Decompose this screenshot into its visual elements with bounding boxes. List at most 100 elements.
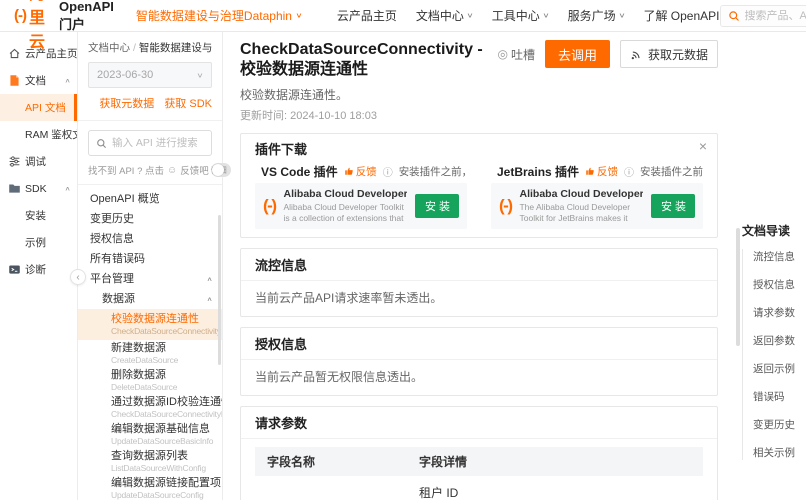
tree-item-auth-info[interactable]: 授权信息 <box>78 229 222 249</box>
install-button[interactable]: 安装 <box>651 194 695 218</box>
column-header-field-name: 字段名称 <box>267 455 316 469</box>
doc-sidebar-top: 文档中心/智能数据建设与治理... 2023-06-30 ∨ 获取元数据 获取 … <box>78 32 231 184</box>
toc-title: 文档导读 <box>742 224 791 238</box>
toc-item-response-params[interactable]: 返回参数 <box>753 333 806 348</box>
feedback-text: 找不到 API ? 点击 <box>88 166 165 177</box>
tree-item-overview[interactable]: OpenAPI 概览 <box>78 189 222 209</box>
tree-item-update-config[interactable]: 编辑数据源链接配置项 UpdateDataSourceConfig <box>78 475 222 500</box>
close-icon[interactable]: × <box>699 139 707 153</box>
breadcrumb: 文档中心/智能数据建设与治理... <box>88 40 212 55</box>
plugin-card: (-) Alibaba Cloud Developer Toolk... | A… <box>491 183 703 229</box>
tree-item-label: 编辑数据源基础信息 <box>111 423 210 435</box>
rail-item-diagnose[interactable]: 诊断 <box>0 256 77 283</box>
plugin-card-title: Alibaba Cloud Developer Toolk... <box>519 188 643 200</box>
section-auth-info: 授权信息 当前云产品暂无权限信息透出。 <box>240 327 718 396</box>
top-nav: 云产品主页 文档中心 ∨ 工具中心 ∨ 服务广场 ∨ 了解 OpenAPI <box>337 7 720 24</box>
thumbs-up-icon <box>344 167 353 175</box>
tree-item-check-connectivity-by-id[interactable]: 通过数据源ID校验连通性 CheckDataSourceConnectivity… <box>78 394 222 421</box>
global-search[interactable]: ⌘ K <box>719 4 806 27</box>
product-selector[interactable]: 智能数据建设与治理Dataphin ∨ <box>136 7 302 24</box>
sliders-icon <box>9 156 20 167</box>
tree-group-datasource[interactable]: 数据源 ∧ <box>78 289 222 309</box>
toc-item-request-params[interactable]: 请求参数 <box>753 305 806 320</box>
api-search-input[interactable] <box>112 137 204 149</box>
tree-item-label: 新建数据源 <box>111 342 166 354</box>
tree-item-list-datasource[interactable]: 查询数据源列表 ListDataSourceWithConfig <box>78 448 222 475</box>
toc-item-auth-info[interactable]: 授权信息 <box>753 277 806 292</box>
tree-item-changelog[interactable]: 变更历史 <box>78 209 222 229</box>
install-button[interactable]: 安装 <box>415 194 459 218</box>
tree-item-error-codes[interactable]: 所有错误码 <box>78 249 222 269</box>
section-title: 流控信息 <box>241 249 717 281</box>
chevron-up-icon: ∧ <box>64 185 71 192</box>
complain-button[interactable]: ◎ 吐槽 <box>497 46 535 63</box>
brand-name: 阿里云 <box>29 0 46 51</box>
complain-icon: ◎ <box>497 47 508 61</box>
document-icon <box>10 75 19 86</box>
chevron-up-icon: ∧ <box>206 296 213 303</box>
tree-item-label: 查询数据源列表 <box>111 450 188 462</box>
api-search[interactable] <box>88 130 212 156</box>
signal-icon <box>631 50 640 59</box>
tree-item-update-basic-info[interactable]: 编辑数据源基础信息 UpdateDataSourceBasicInfo <box>78 421 222 448</box>
rail-item-sdk[interactable]: SDK ∧ <box>0 175 77 202</box>
main-scrollbar[interactable] <box>736 228 740 346</box>
toc-item-flow-control[interactable]: 流控信息 <box>753 249 806 264</box>
nav-item-tools-center[interactable]: 工具中心 ∨ <box>492 7 549 24</box>
rail-item-debug[interactable]: 调试 <box>0 148 77 175</box>
rail-item-api-docs[interactable]: API 文档 <box>0 94 77 121</box>
nav-item-product-home[interactable]: 云产品主页 <box>337 7 397 24</box>
plugin-name: JetBrains 插件 <box>497 164 580 179</box>
tree-item-create-datasource[interactable]: 新建数据源 CreateDataSource <box>78 340 222 367</box>
rail-item-install[interactable]: 安装 <box>0 202 77 229</box>
field-detail-cell: 租户 ID ! 注意该字段类型为 Long，在序列化/反序列化的过程中可能导致精… <box>419 484 691 500</box>
tree-scrollbar[interactable] <box>218 215 221 365</box>
tree-item-code: UpdateDataSourceBasicInfo <box>111 436 214 446</box>
tree-item-delete-datasource[interactable]: 删除数据源 DeleteDataSource <box>78 367 222 394</box>
toc-item-related-examples[interactable]: 相关示例 <box>753 445 806 460</box>
plugin-feedback-link[interactable]: 反馈 <box>585 164 618 179</box>
nav-item-docs-center[interactable]: 文档中心 ∨ <box>416 7 473 24</box>
plugin-vscode-column: VS Code 插件 反馈 ⓘ 安装插件之前，确保已安装 VS Code (-) <box>255 163 467 229</box>
plugin-feedback-link[interactable]: 反馈 <box>344 164 377 179</box>
info-icon: ⓘ <box>382 167 393 179</box>
tree-group-platform[interactable]: 平台管理 ∧ <box>78 269 222 289</box>
section-flow-control: 流控信息 当前云产品API请求速率暂未透出。 <box>240 248 718 317</box>
rail-item-examples[interactable]: 示例 <box>0 229 77 256</box>
rail-item-label: 安装 <box>25 210 46 222</box>
toc-item-error-codes[interactable]: 错误码 <box>753 389 806 404</box>
rail-item-ram-docs[interactable]: RAM 鉴权文档 <box>0 121 77 148</box>
feedback-link[interactable]: 反馈吧 <box>180 163 209 177</box>
nav-item-service-square[interactable]: 服务广场 ∨ <box>568 7 625 24</box>
rail-item-label: 示例 <box>25 237 46 249</box>
global-search-input[interactable] <box>744 9 806 22</box>
version-select[interactable]: 2023-06-30 ∨ <box>88 62 212 88</box>
plugin-name: VS Code 插件 <box>261 164 338 179</box>
breadcrumb-docs-center[interactable]: 文档中心 <box>88 42 130 54</box>
sidebar-collapse-button[interactable]: ‹ <box>70 269 86 285</box>
app-window: (-) 阿里云 OpenAPI 门户 智能数据建设与治理Dataphin ∨ 云… <box>0 0 806 500</box>
plugin-download-panel: 插件下载 × VS Code 插件 反馈 ⓘ 安装插件之前 (-) Alibab… <box>240 133 718 238</box>
plugin-columns: VS Code 插件 反馈 ⓘ 安装插件之前，确保已安装 VS Code (-) <box>255 163 703 229</box>
rail-item-docs[interactable]: 文档 ∧ <box>0 67 77 94</box>
tree-item-code: CheckDataSourceConnectivity <box>111 326 221 336</box>
invoke-api-button[interactable]: 去调用 <box>544 40 610 68</box>
nav-item-about-openapi[interactable]: 了解 OpenAPI <box>643 7 719 24</box>
toc-item-response-example[interactable]: 返回示例 <box>753 361 806 376</box>
get-sdk-link[interactable]: 获取 SDK <box>164 95 212 111</box>
get-metadata-label: 获取元数据 <box>647 47 708 62</box>
alibaba-cloud-logo[interactable]: (-) 阿里云 <box>14 0 45 52</box>
chevron-down-icon: ∨ <box>618 11 626 20</box>
get-metadata-link[interactable]: 获取元数据 <box>99 95 154 111</box>
rail-item-label: API 文档 <box>25 102 66 114</box>
search-icon <box>728 10 739 21</box>
get-metadata-button[interactable]: 获取元数据 <box>619 40 718 68</box>
tree-item-label: 所有错误码 <box>90 253 145 265</box>
params-table-header: 字段名称 字段详情 <box>255 447 703 476</box>
tree-item-check-connectivity[interactable]: 校验数据源连通性 CheckDataSourceConnectivity <box>78 309 222 340</box>
plugin-card-title-row: Alibaba Cloud Developer Toolk... | Aliba… <box>283 188 407 200</box>
detail-toggle[interactable]: 详细 <box>210 163 231 177</box>
section-body: 当前云产品API请求速率暂未透出。 <box>255 291 443 305</box>
top-bar-right: ⌘ K 登录/注册 <box>719 0 806 32</box>
toc-item-changelog[interactable]: 变更历史 <box>753 417 806 432</box>
